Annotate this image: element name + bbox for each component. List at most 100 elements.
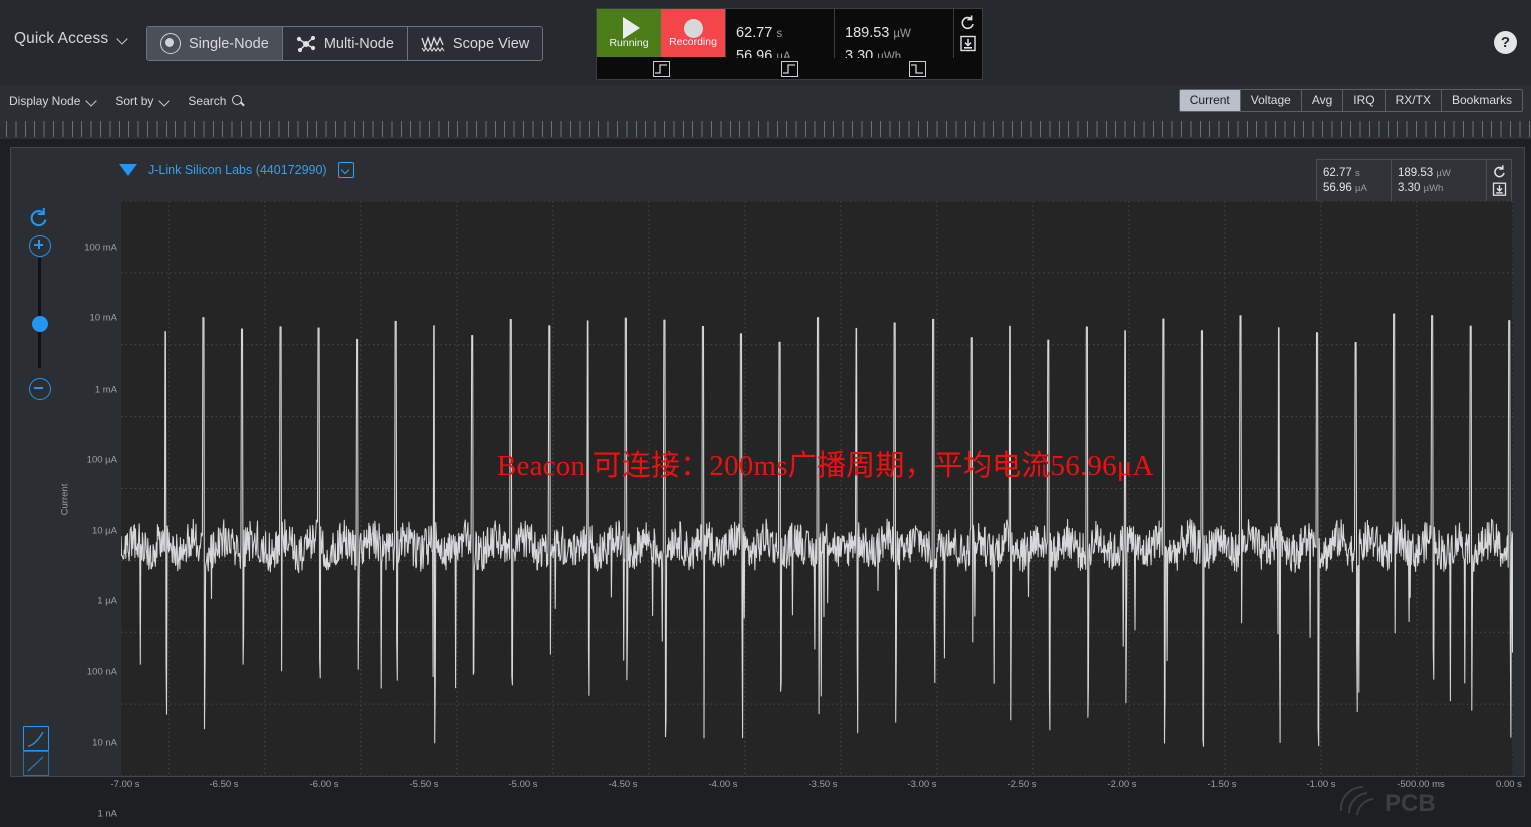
search-icon (232, 95, 244, 107)
tab-current[interactable]: Current (1180, 90, 1241, 111)
zoom-in-button[interactable] (29, 235, 51, 257)
zoom-out-button[interactable] (29, 378, 51, 400)
trigger-falling-button[interactable] (854, 58, 982, 79)
ruler-ticks (6, 121, 1531, 137)
tab-irq[interactable]: IRQ (1343, 90, 1385, 111)
x-tick-label: -4.00 s (708, 779, 737, 790)
x-tick-label: -7.00 s (110, 779, 139, 790)
device-row[interactable]: J-Link Silicon Labs (440172990) (119, 162, 354, 178)
log-scale-icon[interactable] (23, 726, 49, 751)
reset-zoom-icon[interactable] (28, 206, 50, 228)
collapse-caret-icon[interactable] (119, 164, 137, 176)
waveform-icon (421, 35, 445, 53)
display-node-dropdown[interactable]: Display Node (9, 94, 99, 108)
filter-toolbar: Display Node Sort by Search Current Volt… (0, 85, 1531, 117)
save-icon[interactable] (1492, 182, 1507, 197)
x-tick-label: -6.00 s (309, 779, 338, 790)
chevron-down-icon (117, 35, 130, 43)
trigger-icon-row (597, 58, 982, 79)
step-rising-icon (781, 61, 798, 77)
chevron-down-icon (86, 97, 99, 105)
device-menu-icon[interactable] (338, 162, 354, 178)
current-waveform (121, 201, 1513, 776)
chart-power: 189.53 µW (1398, 167, 1480, 179)
chart-energy: 3.30 µWh (1398, 182, 1480, 194)
save-icon[interactable] (959, 35, 977, 52)
x-tick-label: -5.00 s (508, 779, 537, 790)
x-tick-label: -5.50 s (409, 779, 438, 790)
quick-access-label: Quick Access (14, 30, 108, 48)
search-control[interactable]: Search (188, 94, 244, 108)
vertical-zoom-track[interactable] (38, 258, 41, 368)
network-nodes-icon (296, 35, 316, 53)
elapsed-time-readout: 62.77 s (736, 25, 834, 41)
y-tick-label: 100 µA (87, 455, 117, 466)
radio-filled-icon (160, 33, 181, 54)
x-tick-label: -500.00 ms (1397, 779, 1445, 790)
quick-access-dropdown[interactable]: Quick Access (14, 30, 130, 48)
recording-label: Recording (669, 37, 717, 48)
tab-rxtx[interactable]: RX/TX (1386, 90, 1442, 111)
tab-bookmarks[interactable]: Bookmarks (1442, 90, 1522, 111)
tab-voltage[interactable]: Voltage (1241, 90, 1302, 111)
chart-stats-overlay: 62.77 s 56.96 µA 189.53 µW 3.30 µWh (1316, 159, 1512, 202)
x-tick-label: -1.00 s (1306, 779, 1335, 790)
sort-by-label: Sort by (115, 94, 153, 108)
running-label: Running (609, 38, 648, 49)
chart-power-energy-stats: 189.53 µW 3.30 µWh (1392, 160, 1487, 201)
step-rising-icon (653, 61, 670, 77)
acquisition-status-cluster: Running Recording (596, 8, 983, 80)
record-dot-icon (684, 19, 703, 38)
vertical-zoom-rail (18, 206, 60, 536)
mode-scope-view[interactable]: Scope View (408, 27, 542, 60)
chart-average-current: 56.96 µA (1323, 182, 1385, 194)
step-falling-icon (909, 61, 926, 77)
chart-stat-actions (1487, 160, 1511, 201)
chevron-down-icon (159, 97, 172, 105)
chart-time-current-stats: 62.77 s 56.96 µA (1317, 160, 1392, 201)
scale-mode-toggles (23, 726, 49, 774)
filter-controls: Display Node Sort by Search (9, 85, 244, 117)
x-tick-label: -4.50 s (608, 779, 637, 790)
y-tick-label: 100 nA (87, 667, 117, 678)
chart-elapsed-time: 62.77 s (1323, 167, 1385, 179)
vertical-zoom-handle[interactable] (32, 316, 48, 332)
power-readout: 189.53 µW (845, 25, 953, 41)
timeline-ruler[interactable] (0, 117, 1531, 140)
y-tick-label: 1 µA (97, 596, 117, 607)
trigger-rising-2-button[interactable] (725, 58, 853, 79)
x-axis: -7.00 s -6.50 s -6.00 s -5.50 s -5.00 s … (0, 779, 1531, 801)
help-glyph: ? (1501, 35, 1510, 50)
chart-header: J-Link Silicon Labs (440172990) 62.77 s … (11, 148, 1524, 194)
current-chart-panel: J-Link Silicon Labs (440172990) 62.77 s … (10, 147, 1525, 777)
mode-scope-view-label: Scope View (453, 36, 529, 52)
help-button[interactable]: ? (1494, 31, 1517, 54)
mode-multi-node[interactable]: Multi-Node (283, 27, 408, 60)
y-tick-label: 10 mA (90, 313, 117, 324)
trigger-rising-button[interactable] (597, 58, 725, 79)
reset-icon[interactable] (959, 14, 977, 31)
y-tick-label: 1 mA (95, 385, 117, 396)
play-icon (623, 17, 640, 39)
x-tick-label: -2.00 s (1107, 779, 1136, 790)
power-profiler-window: Quick Access Single-Node (0, 0, 1531, 827)
sort-by-dropdown[interactable]: Sort by (115, 94, 172, 108)
device-name-label: J-Link Silicon Labs (440172990) (148, 163, 327, 177)
annotation-text: Beacon 可连接：200ms广播周期，平均电流56.96μA (497, 442, 1154, 484)
y-axis-title: Current (60, 484, 71, 516)
x-tick-label: -1.50 s (1207, 779, 1236, 790)
tab-avg[interactable]: Avg (1302, 90, 1343, 111)
reset-icon[interactable] (1492, 164, 1507, 179)
current-trace (121, 314, 1513, 746)
current-plot-area[interactable] (121, 201, 1513, 776)
y-tick-label: 1 nA (97, 809, 117, 820)
x-tick-label: -2.50 s (1007, 779, 1036, 790)
main-toolbar: Quick Access Single-Node (0, 0, 1531, 86)
mode-single-node[interactable]: Single-Node (147, 27, 283, 60)
x-tick-label: -3.00 s (907, 779, 936, 790)
view-mode-group: Single-Node Multi-Nod (146, 26, 543, 61)
linear-scale-icon[interactable] (23, 751, 49, 776)
y-tick-label: 100 mA (84, 243, 117, 254)
measurement-tabs: Current Voltage Avg IRQ RX/TX Bookmarks (1179, 89, 1523, 112)
y-axis: Current 100 mA 10 mA 1 mA 100 µA 10 µA 1… (63, 194, 121, 776)
